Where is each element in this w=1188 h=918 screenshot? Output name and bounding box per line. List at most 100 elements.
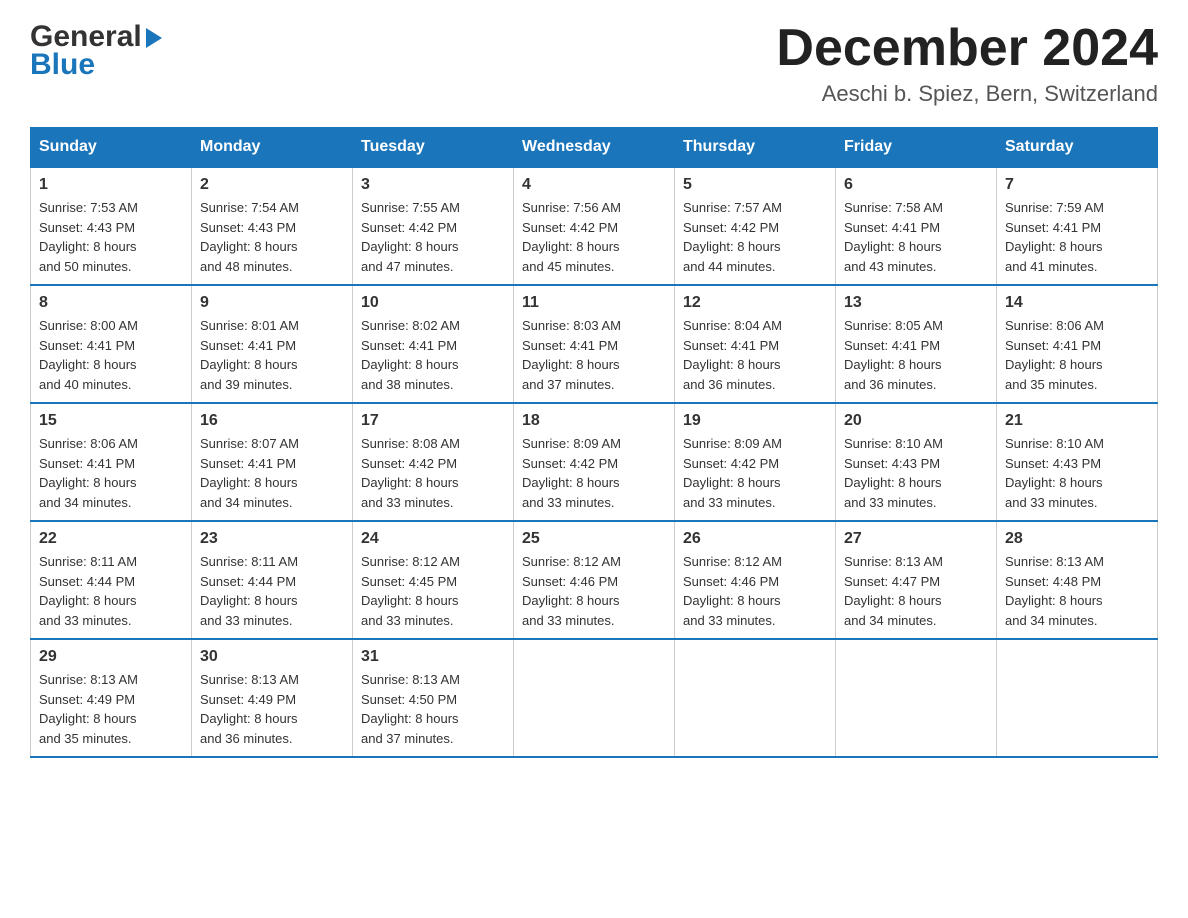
day-info: Sunrise: 8:07 AM Sunset: 4:41 PM Dayligh… (200, 434, 344, 512)
day-number: 4 (522, 176, 666, 194)
day-number: 25 (522, 530, 666, 548)
day-number: 14 (1005, 294, 1149, 312)
calendar-cell: 31 Sunrise: 8:13 AM Sunset: 4:50 PM Dayl… (353, 639, 514, 757)
calendar-cell: 7 Sunrise: 7:59 AM Sunset: 4:41 PM Dayli… (997, 167, 1158, 285)
header-cell-tuesday: Tuesday (353, 128, 514, 168)
calendar-cell (836, 639, 997, 757)
header-cell-monday: Monday (192, 128, 353, 168)
day-info: Sunrise: 8:03 AM Sunset: 4:41 PM Dayligh… (522, 316, 666, 394)
title-section: December 2024 Aeschi b. Spiez, Bern, Swi… (776, 20, 1158, 107)
header-cell-thursday: Thursday (675, 128, 836, 168)
day-info: Sunrise: 8:06 AM Sunset: 4:41 PM Dayligh… (39, 434, 183, 512)
day-number: 10 (361, 294, 505, 312)
calendar-cell: 15 Sunrise: 8:06 AM Sunset: 4:41 PM Dayl… (31, 403, 192, 521)
calendar-cell: 29 Sunrise: 8:13 AM Sunset: 4:49 PM Dayl… (31, 639, 192, 757)
calendar-cell: 22 Sunrise: 8:11 AM Sunset: 4:44 PM Dayl… (31, 521, 192, 639)
month-title: December 2024 (776, 20, 1158, 77)
calendar-cell: 2 Sunrise: 7:54 AM Sunset: 4:43 PM Dayli… (192, 167, 353, 285)
day-number: 22 (39, 530, 183, 548)
day-number: 31 (361, 648, 505, 666)
day-info: Sunrise: 8:13 AM Sunset: 4:49 PM Dayligh… (200, 670, 344, 748)
day-info: Sunrise: 8:13 AM Sunset: 4:49 PM Dayligh… (39, 670, 183, 748)
day-number: 30 (200, 648, 344, 666)
day-info: Sunrise: 7:55 AM Sunset: 4:42 PM Dayligh… (361, 198, 505, 276)
day-number: 1 (39, 176, 183, 194)
day-info: Sunrise: 8:13 AM Sunset: 4:47 PM Dayligh… (844, 552, 988, 630)
calendar-cell: 18 Sunrise: 8:09 AM Sunset: 4:42 PM Dayl… (514, 403, 675, 521)
day-number: 21 (1005, 412, 1149, 430)
calendar-cell: 21 Sunrise: 8:10 AM Sunset: 4:43 PM Dayl… (997, 403, 1158, 521)
logo-arrow-icon (146, 28, 162, 48)
calendar-cell: 20 Sunrise: 8:10 AM Sunset: 4:43 PM Dayl… (836, 403, 997, 521)
calendar-cell: 3 Sunrise: 7:55 AM Sunset: 4:42 PM Dayli… (353, 167, 514, 285)
day-info: Sunrise: 7:57 AM Sunset: 4:42 PM Dayligh… (683, 198, 827, 276)
day-number: 2 (200, 176, 344, 194)
day-info: Sunrise: 8:12 AM Sunset: 4:46 PM Dayligh… (683, 552, 827, 630)
calendar-table: SundayMondayTuesdayWednesdayThursdayFrid… (30, 127, 1158, 758)
day-info: Sunrise: 8:10 AM Sunset: 4:43 PM Dayligh… (1005, 434, 1149, 512)
day-info: Sunrise: 8:12 AM Sunset: 4:45 PM Dayligh… (361, 552, 505, 630)
day-info: Sunrise: 8:00 AM Sunset: 4:41 PM Dayligh… (39, 316, 183, 394)
calendar-cell (514, 639, 675, 757)
header-cell-friday: Friday (836, 128, 997, 168)
week-row-3: 15 Sunrise: 8:06 AM Sunset: 4:41 PM Dayl… (31, 403, 1158, 521)
day-info: Sunrise: 7:53 AM Sunset: 4:43 PM Dayligh… (39, 198, 183, 276)
calendar-cell: 27 Sunrise: 8:13 AM Sunset: 4:47 PM Dayl… (836, 521, 997, 639)
calendar-cell: 23 Sunrise: 8:11 AM Sunset: 4:44 PM Dayl… (192, 521, 353, 639)
day-info: Sunrise: 7:54 AM Sunset: 4:43 PM Dayligh… (200, 198, 344, 276)
day-info: Sunrise: 7:56 AM Sunset: 4:42 PM Dayligh… (522, 198, 666, 276)
calendar-cell: 24 Sunrise: 8:12 AM Sunset: 4:45 PM Dayl… (353, 521, 514, 639)
calendar-cell: 5 Sunrise: 7:57 AM Sunset: 4:42 PM Dayli… (675, 167, 836, 285)
day-number: 8 (39, 294, 183, 312)
day-number: 27 (844, 530, 988, 548)
day-info: Sunrise: 7:59 AM Sunset: 4:41 PM Dayligh… (1005, 198, 1149, 276)
day-number: 6 (844, 176, 988, 194)
day-info: Sunrise: 8:06 AM Sunset: 4:41 PM Dayligh… (1005, 316, 1149, 394)
day-info: Sunrise: 8:09 AM Sunset: 4:42 PM Dayligh… (522, 434, 666, 512)
day-info: Sunrise: 8:13 AM Sunset: 4:50 PM Dayligh… (361, 670, 505, 748)
week-row-4: 22 Sunrise: 8:11 AM Sunset: 4:44 PM Dayl… (31, 521, 1158, 639)
day-number: 19 (683, 412, 827, 430)
day-info: Sunrise: 8:05 AM Sunset: 4:41 PM Dayligh… (844, 316, 988, 394)
header-row: SundayMondayTuesdayWednesdayThursdayFrid… (31, 128, 1158, 168)
day-info: Sunrise: 8:09 AM Sunset: 4:42 PM Dayligh… (683, 434, 827, 512)
calendar-cell: 17 Sunrise: 8:08 AM Sunset: 4:42 PM Dayl… (353, 403, 514, 521)
day-number: 26 (683, 530, 827, 548)
logo: General Blue (30, 20, 162, 82)
header-cell-saturday: Saturday (997, 128, 1158, 168)
day-info: Sunrise: 7:58 AM Sunset: 4:41 PM Dayligh… (844, 198, 988, 276)
calendar-cell: 14 Sunrise: 8:06 AM Sunset: 4:41 PM Dayl… (997, 285, 1158, 403)
day-number: 9 (200, 294, 344, 312)
calendar-cell: 30 Sunrise: 8:13 AM Sunset: 4:49 PM Dayl… (192, 639, 353, 757)
page-header: General Blue December 2024 Aeschi b. Spi… (30, 20, 1158, 107)
day-info: Sunrise: 8:13 AM Sunset: 4:48 PM Dayligh… (1005, 552, 1149, 630)
day-info: Sunrise: 8:11 AM Sunset: 4:44 PM Dayligh… (200, 552, 344, 630)
week-row-5: 29 Sunrise: 8:13 AM Sunset: 4:49 PM Dayl… (31, 639, 1158, 757)
calendar-cell: 4 Sunrise: 7:56 AM Sunset: 4:42 PM Dayli… (514, 167, 675, 285)
calendar-cell: 8 Sunrise: 8:00 AM Sunset: 4:41 PM Dayli… (31, 285, 192, 403)
calendar-cell: 6 Sunrise: 7:58 AM Sunset: 4:41 PM Dayli… (836, 167, 997, 285)
week-row-2: 8 Sunrise: 8:00 AM Sunset: 4:41 PM Dayli… (31, 285, 1158, 403)
day-info: Sunrise: 8:01 AM Sunset: 4:41 PM Dayligh… (200, 316, 344, 394)
day-info: Sunrise: 8:04 AM Sunset: 4:41 PM Dayligh… (683, 316, 827, 394)
calendar-cell: 13 Sunrise: 8:05 AM Sunset: 4:41 PM Dayl… (836, 285, 997, 403)
day-number: 29 (39, 648, 183, 666)
calendar-cell: 11 Sunrise: 8:03 AM Sunset: 4:41 PM Dayl… (514, 285, 675, 403)
calendar-cell: 12 Sunrise: 8:04 AM Sunset: 4:41 PM Dayl… (675, 285, 836, 403)
day-info: Sunrise: 8:02 AM Sunset: 4:41 PM Dayligh… (361, 316, 505, 394)
calendar-body: 1 Sunrise: 7:53 AM Sunset: 4:43 PM Dayli… (31, 167, 1158, 757)
logo-blue-text: Blue (30, 48, 162, 82)
week-row-1: 1 Sunrise: 7:53 AM Sunset: 4:43 PM Dayli… (31, 167, 1158, 285)
day-number: 13 (844, 294, 988, 312)
calendar-cell: 25 Sunrise: 8:12 AM Sunset: 4:46 PM Dayl… (514, 521, 675, 639)
day-number: 3 (361, 176, 505, 194)
day-number: 18 (522, 412, 666, 430)
day-info: Sunrise: 8:08 AM Sunset: 4:42 PM Dayligh… (361, 434, 505, 512)
day-number: 12 (683, 294, 827, 312)
day-info: Sunrise: 8:10 AM Sunset: 4:43 PM Dayligh… (844, 434, 988, 512)
day-number: 28 (1005, 530, 1149, 548)
calendar-cell: 19 Sunrise: 8:09 AM Sunset: 4:42 PM Dayl… (675, 403, 836, 521)
calendar-cell: 9 Sunrise: 8:01 AM Sunset: 4:41 PM Dayli… (192, 285, 353, 403)
calendar-cell: 1 Sunrise: 7:53 AM Sunset: 4:43 PM Dayli… (31, 167, 192, 285)
day-number: 5 (683, 176, 827, 194)
